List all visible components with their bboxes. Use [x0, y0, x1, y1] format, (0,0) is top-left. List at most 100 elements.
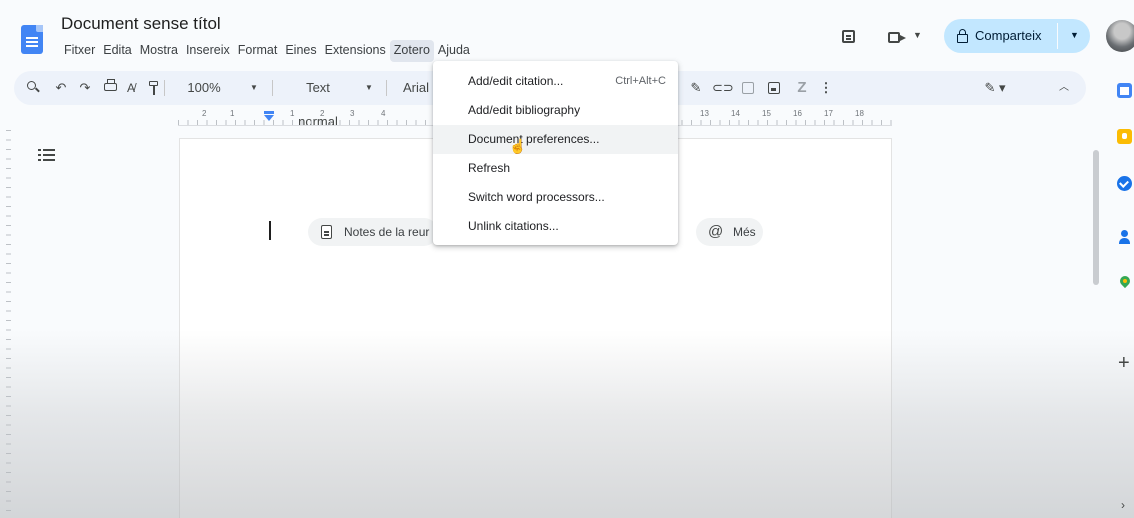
ruler-number: 18	[855, 109, 864, 118]
ruler-number: 1	[290, 109, 295, 118]
meet-button[interactable]: ▼	[882, 27, 926, 49]
outline-icon-line	[43, 149, 55, 151]
ruler-number: 3	[350, 109, 355, 118]
toolbar-divider	[386, 80, 387, 96]
print-icon	[104, 79, 117, 91]
menu-item-label: Unlink citations...	[468, 219, 559, 233]
calendar-icon[interactable]	[1117, 83, 1132, 98]
ruler-number: 14	[731, 109, 740, 118]
ruler-number: 1	[230, 109, 235, 118]
search-menus-button[interactable]	[24, 71, 42, 105]
chevron-down-icon[interactable]: ▼	[1070, 30, 1079, 40]
editing-mode-button[interactable]: ✎ ▾	[975, 71, 1015, 105]
menu-view[interactable]: Mostra	[136, 40, 182, 62]
document-title[interactable]: Document sense títol	[61, 14, 221, 34]
vertical-scrollbar[interactable]	[1093, 150, 1099, 285]
video-camera-icon	[888, 32, 906, 43]
undo-button[interactable]: ↶	[52, 71, 70, 105]
menu-bar: Fitxer Edita Mostra Insereix Format Eine…	[60, 40, 474, 62]
menu-item-label: Add/edit bibliography	[468, 103, 581, 117]
avatar[interactable]	[1106, 20, 1134, 52]
menu-zotero[interactable]: Zotero	[389, 40, 434, 62]
font-select[interactable]: Arial	[399, 71, 433, 105]
share-label: Comparteix	[975, 28, 1042, 43]
collapse-menus-button[interactable]: ︿	[1055, 71, 1073, 105]
outline-icon-dot	[38, 154, 41, 156]
vertical-ruler[interactable]	[0, 130, 12, 518]
text-cursor	[269, 221, 271, 240]
share-divider	[1057, 23, 1058, 49]
add-icon[interactable]: +	[1118, 352, 1130, 375]
menu-format[interactable]: Format	[234, 40, 282, 62]
menu-item-label: Add/edit citation...	[468, 74, 564, 88]
docs-logo-icon[interactable]	[21, 25, 43, 54]
chevron-down-icon[interactable]: ▼	[248, 71, 260, 105]
zoom-select[interactable]: 100%	[174, 71, 234, 105]
keep-icon[interactable]	[1117, 129, 1132, 144]
menu-extensions[interactable]: Extensions	[321, 40, 390, 62]
menu-edit[interactable]: Edita	[99, 40, 136, 62]
paint-format-icon	[149, 81, 158, 95]
spellcheck-button[interactable]: A̸	[122, 71, 140, 105]
toolbar-divider	[272, 80, 273, 96]
menu-tools[interactable]: Eines	[281, 40, 320, 62]
docs-logo-line	[26, 45, 38, 47]
menu-item-label: Document preferences...	[468, 132, 600, 146]
print-button[interactable]	[101, 71, 119, 105]
more-chip[interactable]: @ Més	[696, 218, 763, 246]
menu-help[interactable]: Ajuda	[434, 40, 474, 62]
outline-icon-dot	[38, 149, 41, 151]
insert-image-button[interactable]	[765, 71, 783, 105]
zotero-add-edit-bibliography[interactable]: Add/edit bibliography	[433, 96, 678, 125]
more-chip-label: Més	[733, 225, 756, 239]
menu-item-shortcut: Ctrl+Alt+C	[615, 75, 666, 87]
image-icon	[768, 82, 780, 94]
search-icon	[27, 81, 36, 90]
chevron-up-icon: ︿	[1059, 82, 1069, 93]
ruler-number: 2	[202, 109, 207, 118]
paint-format-button[interactable]	[145, 71, 163, 105]
document-icon	[321, 225, 332, 239]
meeting-notes-chip[interactable]: Notes de la reur	[308, 218, 438, 246]
zotero-switch-word-processors[interactable]: Switch word processors...	[433, 183, 678, 212]
toolbar-divider	[164, 80, 165, 96]
docs-logo-line	[26, 37, 38, 39]
meeting-notes-label: Notes de la reur	[344, 225, 430, 239]
chevron-down-icon: ▼	[913, 30, 922, 40]
pencil-icon: ✎ ▾	[984, 80, 1006, 95]
ruler-number: 16	[793, 109, 802, 118]
chevron-down-icon[interactable]: ▼	[363, 71, 375, 105]
redo-button[interactable]: ↷	[76, 71, 94, 105]
ruler-number: 4	[381, 109, 386, 118]
indent-marker[interactable]	[264, 111, 274, 121]
highlight-button[interactable]: ✎	[687, 71, 705, 105]
outline-icon-line	[43, 154, 55, 156]
menu-item-label: Refresh	[468, 161, 511, 175]
at-sign-icon: @	[708, 223, 724, 240]
menu-item-label: Switch word processors...	[468, 190, 605, 204]
zotero-document-preferences[interactable]: Document preferences... ☝	[433, 125, 678, 154]
zotero-add-edit-citation[interactable]: Add/edit citation... Ctrl+Alt+C	[433, 67, 678, 96]
lock-icon	[957, 29, 968, 43]
contacts-icon[interactable]	[1117, 229, 1132, 244]
chevron-right-icon[interactable]: ›	[1121, 498, 1125, 512]
zotero-button[interactable]: Z	[793, 71, 811, 105]
menu-file[interactable]: Fitxer	[60, 40, 99, 62]
menu-insert[interactable]: Insereix	[182, 40, 234, 62]
insert-link-button[interactable]: ⊂⊃	[712, 71, 734, 105]
paragraph-style-select[interactable]: Text normal	[285, 71, 351, 129]
tasks-icon[interactable]	[1117, 176, 1132, 191]
more-options-button[interactable]: ⋮	[819, 71, 833, 105]
comment-icon	[842, 30, 855, 43]
zotero-refresh[interactable]: Refresh	[433, 154, 678, 183]
share-button[interactable]: Comparteix ▼	[944, 19, 1090, 53]
undo-icon: ↶	[55, 80, 67, 95]
spellcheck-icon: A̸	[126, 81, 135, 95]
comment-history-button[interactable]	[838, 28, 860, 48]
docs-logo-line	[26, 41, 38, 43]
add-comment-button[interactable]	[739, 71, 757, 105]
zotero-unlink-citations[interactable]: Unlink citations...	[433, 212, 678, 241]
document-outline-button[interactable]	[38, 148, 58, 164]
maps-icon[interactable]	[1117, 276, 1132, 291]
outline-icon-dot	[38, 159, 41, 161]
